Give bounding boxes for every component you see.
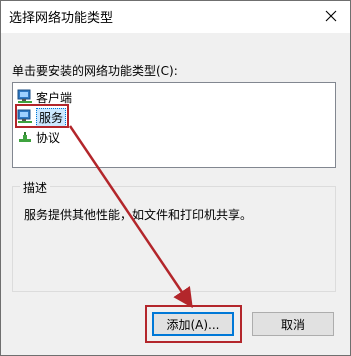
list-item-label: 协议 (36, 130, 61, 145)
cancel-button[interactable]: 取消 (252, 312, 334, 336)
list-item-label: 客户端 (36, 90, 73, 105)
description-title: 描述 (20, 179, 51, 196)
close-button[interactable] (316, 1, 346, 31)
dialog-title: 选择网络功能类型 (9, 11, 114, 26)
protocol-icon (17, 129, 33, 145)
list-item-client[interactable]: 客户端 (17, 87, 72, 107)
client-network-icon (17, 89, 33, 105)
close-icon (325, 10, 337, 22)
feature-type-prompt: 单击要安装的网络功能类型(C): (12, 64, 178, 78)
description-group (12, 186, 336, 292)
service-network-icon (17, 109, 33, 125)
feature-type-list[interactable]: 客户端 服务 协议 (12, 82, 336, 168)
add-button[interactable]: 添加(A)... (152, 312, 234, 336)
description-text: 服务提供其他性能，如文件和打印机共享。 (24, 208, 253, 222)
list-item-protocol[interactable]: 协议 (17, 127, 60, 147)
title-bar: 选择网络功能类型 (1, 1, 350, 33)
list-item-service[interactable]: 服务 (17, 107, 67, 127)
dialog-window: 选择网络功能类型 (0, 0, 351, 356)
list-item-label: 服务 (36, 107, 67, 127)
